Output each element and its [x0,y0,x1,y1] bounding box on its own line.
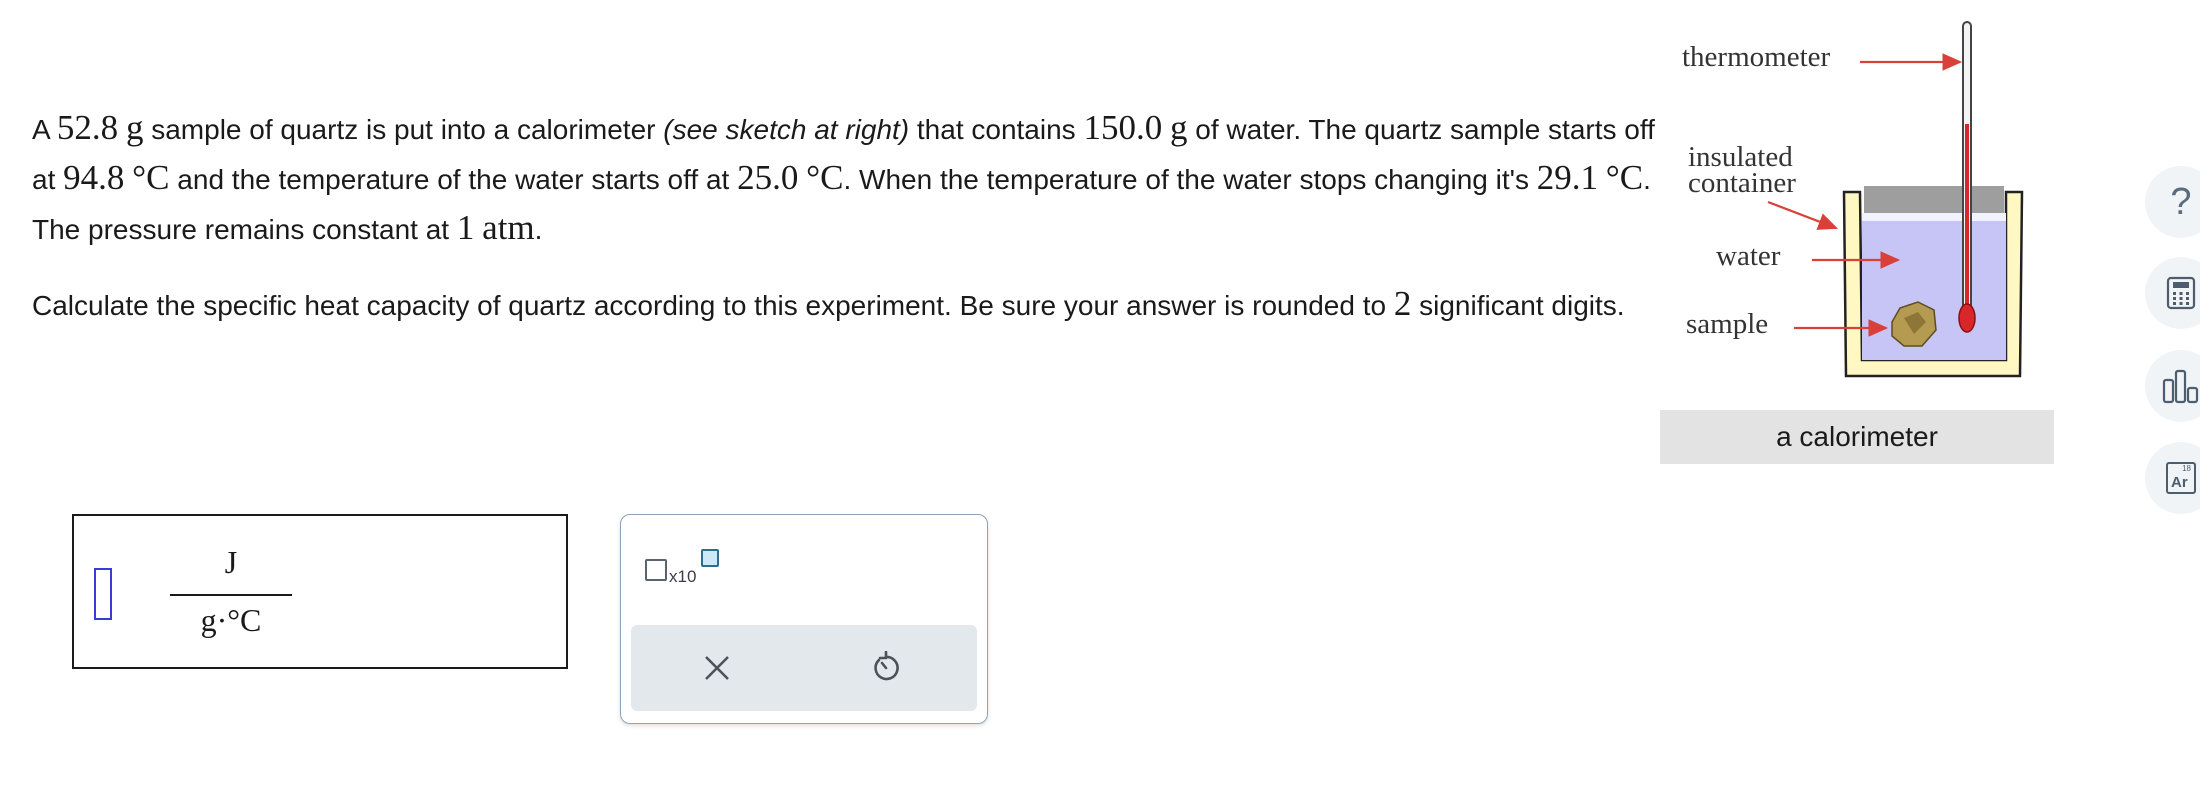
sig-digits-value: 2 [1393,284,1412,323]
clear-icon [705,656,729,680]
text-segment: that contains [909,114,1084,145]
problem-paragraph-2: Calculate the specific heat capacity of … [32,280,1662,330]
text-segment: A [32,114,57,145]
answer-keypad: x10 [620,514,988,724]
help-button[interactable]: ? [2145,166,2200,238]
unit-grams: g [125,108,144,147]
calorimeter-figure: thermometer insulated container water sa… [1660,0,2060,470]
sketch-note: (see sketch at right) [663,114,910,145]
water-mass-value: 150.0 [1083,108,1163,147]
clear-button[interactable] [687,643,747,693]
text-segment: Calculate the specific heat capacity of … [32,290,1394,321]
scientific-notation-label: x10 [669,567,697,586]
label-container-line-2: container [1688,167,1796,199]
text-segment: significant digits. [1411,290,1625,321]
help-icon: ? [2170,180,2192,223]
unit-grams: g [1170,108,1188,147]
periodic-mass-label: 18 [2182,464,2191,473]
undo-button[interactable] [856,643,916,693]
sample-temp-value: 94.8 [63,158,125,197]
pressure-value: 1 [456,208,475,247]
periodic-table-button[interactable]: 18 Ar [2145,442,2200,514]
water-temp-value: 25.0 [737,158,799,197]
calculator-button[interactable] [2145,257,2200,329]
keypad-action-bar [631,625,977,711]
periodic-symbol-label: Ar [2171,474,2188,491]
label-sample: sample [1686,308,1769,340]
answer-box: J g·°C [72,514,568,669]
scientific-notation-icon [645,559,667,581]
periodic-table-icon: 18 Ar [2166,462,2196,494]
data-chart-icon [2162,369,2199,404]
text-segment: . When the temperature of the water stop… [843,164,1537,195]
fraction-bar [170,594,292,596]
exponent-box-icon [701,549,719,567]
final-temp-value: 29.1 [1536,158,1598,197]
label-thermometer: thermometer [1682,41,1831,73]
sample-mass-value: 52.8 [56,108,119,147]
unit-celsius: °C [1605,158,1644,197]
data-button[interactable] [2145,350,2200,422]
figure-caption: a calorimeter [1660,410,2054,464]
calculator-icon [2166,276,2196,310]
unit-celsius: °C [806,158,844,197]
unit-celsius: °C [132,158,170,197]
undo-icon [874,651,899,681]
unit-atm: atm [482,208,535,247]
text-segment: and the temperature of the water starts … [169,164,738,195]
unit-denominator: g·°C [200,602,262,638]
problem-paragraph-1: A 52.8 g sample of quartz is put into a … [32,104,1662,254]
problem-statement: A 52.8 g sample of quartz is put into a … [32,104,1662,330]
unit-numerator: J [224,544,238,580]
label-water: water [1716,240,1781,272]
text-segment: . [534,214,543,245]
answer-input[interactable] [94,568,112,620]
text-segment: sample of quartz is put into a calorimet… [143,114,664,145]
